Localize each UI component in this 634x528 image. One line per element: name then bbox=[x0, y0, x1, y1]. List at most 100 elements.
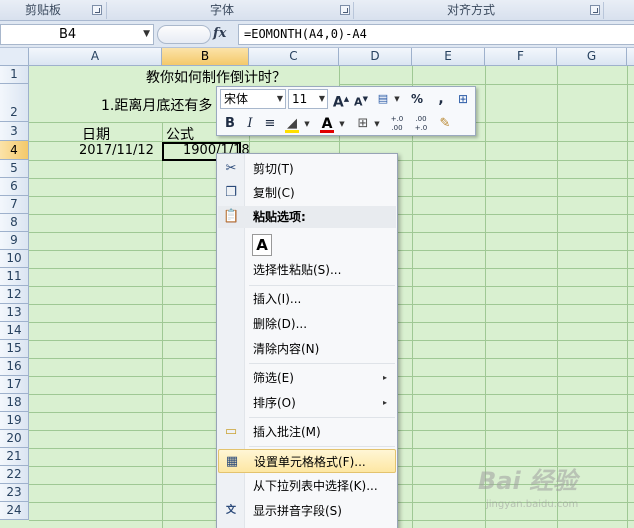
merge-center-icon[interactable]: ⊞ bbox=[453, 89, 473, 109]
font-size-dropdown[interactable]: 11 ▼ bbox=[288, 89, 328, 109]
font-name-dropdown[interactable]: 宋体 ▼ bbox=[220, 89, 286, 109]
chevron-down-icon[interactable]: ▼ bbox=[338, 114, 346, 134]
menu-item-format-cells[interactable]: ▦ 设置单元格格式(F)... bbox=[218, 449, 396, 473]
column-header-d[interactable]: D bbox=[339, 48, 412, 66]
insert-function-icon[interactable]: fx bbox=[213, 26, 226, 41]
row-header[interactable]: 19 bbox=[0, 412, 29, 430]
alignment-dialog-launcher-icon[interactable] bbox=[590, 5, 600, 15]
menu-item-label: 插入(I)... bbox=[253, 292, 302, 306]
shrink-font-button[interactable]: A▼ bbox=[351, 89, 371, 109]
menu-item-insert-comment[interactable]: ▭ 插入批注(M) bbox=[218, 420, 396, 444]
formula-input[interactable]: =EOMONTH(A4,0)-A4 bbox=[238, 24, 634, 45]
row-header[interactable]: 4 bbox=[0, 141, 29, 160]
ribbon-group-clipboard: 剪贴板 bbox=[24, 3, 61, 17]
ribbon-group-font: 字体 bbox=[209, 3, 234, 17]
font-name-value: 宋体 bbox=[224, 92, 249, 106]
cell-styles-icon[interactable]: ▤ bbox=[373, 89, 393, 109]
column-header-h[interactable] bbox=[627, 48, 634, 66]
ribbon-separator bbox=[603, 2, 604, 19]
row-header[interactable]: 2 bbox=[0, 84, 29, 122]
menu-item-copy[interactable]: ❐ 复制(C) bbox=[218, 181, 396, 205]
align-center-icon[interactable]: ≡ bbox=[260, 114, 280, 134]
formula-bar-resize-handle[interactable] bbox=[157, 25, 211, 44]
watermark-logo: Bai 经验 bbox=[478, 467, 578, 495]
chevron-down-icon[interactable]: ▼ bbox=[277, 90, 283, 108]
row-header[interactable]: 7 bbox=[0, 196, 29, 214]
menu-item-cut[interactable]: ✂ 剪切(T) bbox=[218, 157, 396, 181]
menu-item-pick-from-list[interactable]: 从下拉列表中选择(K)... bbox=[218, 474, 396, 498]
row-header[interactable]: 3 bbox=[0, 122, 29, 141]
chevron-down-icon[interactable]: ▼ bbox=[319, 90, 325, 108]
row-header[interactable]: 8 bbox=[0, 214, 29, 232]
decrease-decimal-button[interactable]: .00 +.0 bbox=[411, 114, 431, 134]
row-header[interactable]: 11 bbox=[0, 268, 29, 286]
column-header-g[interactable]: G bbox=[557, 48, 627, 66]
row-header[interactable]: 17 bbox=[0, 376, 29, 394]
menu-item-filter[interactable]: 筛选(E) ▸ bbox=[218, 366, 396, 390]
bold-button[interactable]: B bbox=[220, 114, 240, 134]
borders-icon[interactable]: ⊞ bbox=[353, 114, 373, 134]
row-header[interactable]: 1 bbox=[0, 66, 29, 84]
menu-item-sort[interactable]: 排序(O) ▸ bbox=[218, 391, 396, 415]
submenu-arrow-icon: ▸ bbox=[382, 398, 387, 407]
menu-item-label: 显示拼音字段(S) bbox=[253, 504, 342, 518]
column-header-c[interactable]: C bbox=[249, 48, 339, 66]
chevron-down-icon[interactable]: ▼ bbox=[373, 114, 381, 134]
clipboard-dialog-launcher-icon[interactable] bbox=[92, 5, 102, 15]
row-header[interactable]: 12 bbox=[0, 286, 29, 304]
ribbon-group-alignment: 对齐方式 bbox=[446, 3, 495, 17]
menu-item-clear-contents[interactable]: 清除内容(N) bbox=[218, 337, 396, 361]
format-cells-icon: ▦ bbox=[225, 454, 239, 469]
row-header[interactable]: 14 bbox=[0, 322, 29, 340]
row-header[interactable]: 20 bbox=[0, 430, 29, 448]
row-header[interactable]: 21 bbox=[0, 448, 29, 466]
row-header[interactable]: 10 bbox=[0, 250, 29, 268]
chevron-down-icon[interactable]: ▼ bbox=[303, 114, 311, 134]
name-box[interactable]: B4 ▼ bbox=[0, 24, 154, 45]
row-header[interactable]: 23 bbox=[0, 484, 29, 502]
row-header[interactable]: 6 bbox=[0, 178, 29, 196]
format-painter-icon[interactable]: ✎ bbox=[435, 114, 455, 134]
menu-item-label: 清除内容(N) bbox=[253, 342, 320, 356]
row-header[interactable]: 16 bbox=[0, 358, 29, 376]
font-dialog-launcher-icon[interactable] bbox=[340, 5, 350, 15]
menu-item-insert[interactable]: 插入(I)... bbox=[218, 287, 396, 311]
cell-a4[interactable]: 2017/11/12 bbox=[79, 143, 154, 158]
cell-a3[interactable]: 日期 bbox=[82, 124, 110, 144]
paste-values-button[interactable]: A bbox=[252, 234, 272, 256]
row-header[interactable]: 18 bbox=[0, 394, 29, 412]
row-header[interactable]: 13 bbox=[0, 304, 29, 322]
formula-bar: B4 ▼ fx =EOMONTH(A4,0)-A4 bbox=[0, 21, 634, 48]
chevron-down-icon[interactable]: ▼ bbox=[393, 89, 401, 109]
column-header-a[interactable]: A bbox=[29, 48, 162, 66]
menu-item-paste-special[interactable]: 选择性粘贴(S)... bbox=[218, 258, 396, 282]
grid-line bbox=[29, 141, 634, 142]
font-color-icon[interactable]: A bbox=[317, 114, 337, 134]
paste-options-header: 📋 粘贴选项: bbox=[218, 206, 396, 228]
grow-font-button[interactable]: A▲ bbox=[331, 89, 351, 111]
chevron-down-icon[interactable]: ▼ bbox=[143, 29, 150, 39]
column-header-f[interactable]: F bbox=[485, 48, 557, 66]
row-header[interactable]: 9 bbox=[0, 232, 29, 250]
comma-style-button[interactable]: , bbox=[431, 89, 451, 109]
row-header[interactable]: 22 bbox=[0, 466, 29, 484]
percent-style-button[interactable]: % bbox=[407, 89, 427, 109]
fill-color-icon[interactable]: ◢ bbox=[282, 114, 302, 134]
column-header-b[interactable]: B bbox=[162, 48, 249, 66]
increase-decimal-button[interactable]: +.0 .00 bbox=[387, 114, 407, 134]
menu-item-show-phonetic[interactable]: 文 显示拼音字段(S) bbox=[218, 499, 396, 523]
menu-item-delete[interactable]: 删除(D)... bbox=[218, 312, 396, 336]
italic-button[interactable]: I bbox=[240, 114, 260, 134]
paste-icon: 📋 bbox=[223, 209, 240, 224]
grow-font-icon: A bbox=[332, 94, 344, 111]
shrink-font-icon: A bbox=[354, 95, 363, 109]
select-all-corner[interactable] bbox=[0, 48, 29, 66]
sheet-title: 教你如何制作倒计时？ bbox=[146, 70, 286, 86]
cell-b3[interactable]: 公式 bbox=[166, 124, 194, 144]
menu-item-label: 排序(O) bbox=[253, 396, 296, 410]
grid-line bbox=[162, 66, 163, 528]
row-header[interactable]: 24 bbox=[0, 502, 29, 520]
column-header-e[interactable]: E bbox=[412, 48, 485, 66]
row-header[interactable]: 15 bbox=[0, 340, 29, 358]
row-header[interactable]: 5 bbox=[0, 160, 29, 178]
